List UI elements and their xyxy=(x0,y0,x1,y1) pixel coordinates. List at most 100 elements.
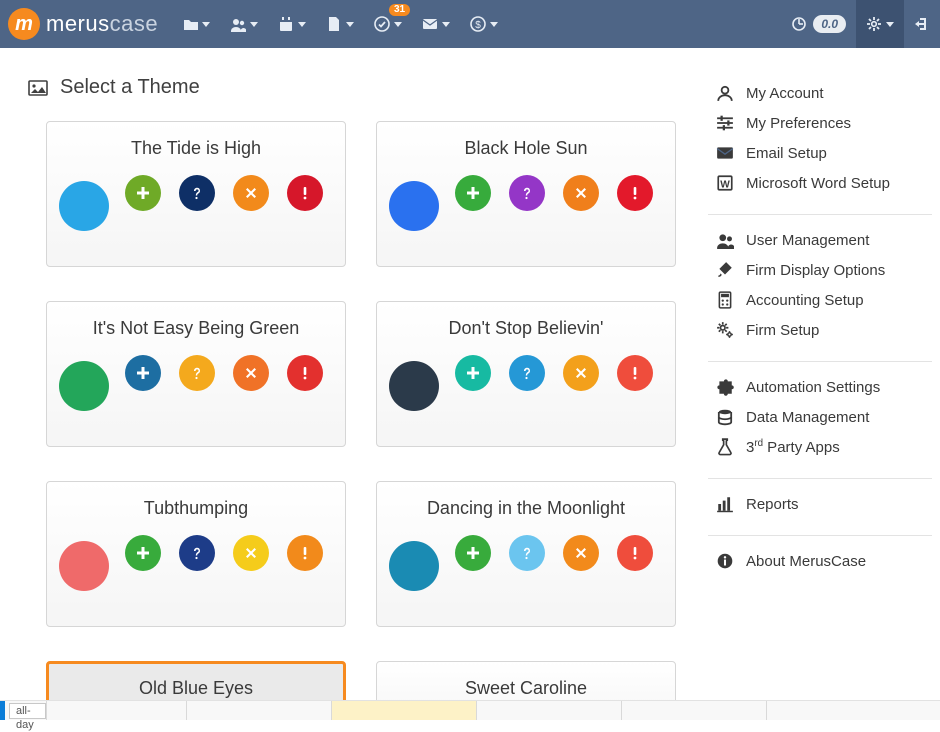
sidebar-item[interactable]: Email Setup xyxy=(708,138,932,168)
primary-swatch xyxy=(389,361,439,411)
exclaim-swatch xyxy=(287,355,323,391)
times-icon xyxy=(573,365,589,381)
calendar-menu[interactable] xyxy=(268,0,316,48)
theme-name: Old Blue Eyes xyxy=(59,678,333,699)
settings-sidebar: My AccountMy Preferences Email Setup Micro… xyxy=(708,48,940,700)
logo-text: meruscase xyxy=(46,11,158,37)
times-icon xyxy=(573,185,589,201)
info-icon xyxy=(716,552,734,570)
theme-card[interactable]: Don't Stop Believin' xyxy=(376,301,676,447)
theme-card[interactable]: Black Hole Sun xyxy=(376,121,676,267)
mail-icon xyxy=(422,16,438,32)
theme-card[interactable]: Dancing in the Moonlight xyxy=(376,481,676,627)
theme-card[interactable]: It's Not Easy Being Green xyxy=(46,301,346,447)
billing-menu[interactable] xyxy=(460,0,508,48)
sidebar-divider xyxy=(708,214,932,215)
plus-swatch xyxy=(125,355,161,391)
sidebar-section: Automation Settings Data Management3rd Pa… xyxy=(708,366,932,474)
logo-mark: m xyxy=(8,8,40,40)
sidebar-item[interactable]: User Management xyxy=(708,225,932,255)
theme-swatches xyxy=(59,355,333,411)
plus-swatch xyxy=(455,175,491,211)
theme-card[interactable]: Sweet Caroline xyxy=(376,661,676,700)
document-icon xyxy=(326,16,342,32)
times-icon xyxy=(243,185,259,201)
folder-menu[interactable] xyxy=(172,0,220,48)
theme-swatches xyxy=(389,355,663,411)
sidebar-item[interactable]: Reports xyxy=(708,489,932,519)
primary-swatch xyxy=(59,181,109,231)
logout-button[interactable] xyxy=(904,0,940,48)
sidebar-item-label: About MerusCase xyxy=(746,553,866,570)
sidebar-item[interactable]: Firm Setup xyxy=(708,315,932,345)
accent-swatches xyxy=(125,535,323,571)
tasks-menu[interactable]: 31 xyxy=(364,0,412,48)
exclaim-icon xyxy=(627,185,643,201)
theme-name: The Tide is High xyxy=(59,138,333,159)
mail-menu[interactable] xyxy=(412,0,460,48)
theme-card[interactable]: Tubthumping xyxy=(46,481,346,627)
theme-swatches xyxy=(389,535,663,591)
sidebar-item[interactable]: Data Management xyxy=(708,402,932,432)
exclaim-icon xyxy=(627,545,643,561)
exclaim-swatch xyxy=(617,175,653,211)
notification-badge: 31 xyxy=(389,4,410,16)
primary-swatch xyxy=(59,541,109,591)
question-swatch xyxy=(509,355,545,391)
primary-swatch xyxy=(389,541,439,591)
sidebar-item-label: Email Setup xyxy=(746,145,827,162)
theme-name: It's Not Easy Being Green xyxy=(59,318,333,339)
allday-label: all-day xyxy=(9,703,46,719)
gear-icon xyxy=(866,16,882,32)
timer-button[interactable]: 0.0 xyxy=(781,0,856,48)
sidebar-item-label: Automation Settings xyxy=(746,379,880,396)
accent-swatches xyxy=(455,175,653,211)
sidebar-item-label: Microsoft Word Setup xyxy=(746,175,890,192)
sidebar-item[interactable]: Accounting Setup xyxy=(708,285,932,315)
plus-icon xyxy=(135,545,151,561)
sidebar-item[interactable]: Firm Display Options xyxy=(708,255,932,285)
logo[interactable]: m meruscase xyxy=(0,0,172,48)
times-icon xyxy=(243,545,259,561)
theme-swatches xyxy=(389,175,663,231)
theme-card[interactable]: The Tide is High xyxy=(46,121,346,267)
plus-icon xyxy=(465,185,481,201)
question-icon xyxy=(189,185,205,201)
envelope-icon xyxy=(716,144,734,162)
sidebar-item[interactable]: Microsoft Word Setup xyxy=(708,168,932,198)
users-icon xyxy=(716,231,734,249)
sidebar-item[interactable]: My Account xyxy=(708,78,932,108)
sidebar-item-label: Firm Setup xyxy=(746,322,819,339)
theme-grid: The Tide is High Black Hole Sun It's Not E… xyxy=(46,121,688,700)
puzzle-icon xyxy=(716,378,734,396)
sidebar-item[interactable]: Automation Settings xyxy=(708,372,932,402)
sidebar-item[interactable]: My Preferences xyxy=(708,108,932,138)
sidebar-item[interactable]: About MerusCase xyxy=(708,546,932,576)
plus-swatch xyxy=(125,175,161,211)
document-menu[interactable] xyxy=(316,0,364,48)
stopwatch-icon xyxy=(791,16,807,32)
sidebar-divider xyxy=(708,361,932,362)
accent-swatches xyxy=(455,535,653,571)
word-icon xyxy=(716,174,734,192)
plus-swatch xyxy=(455,355,491,391)
times-swatch xyxy=(233,355,269,391)
theme-name: Don't Stop Believin' xyxy=(389,318,663,339)
calendar-icon xyxy=(278,16,294,32)
plus-icon xyxy=(135,365,151,381)
sidebar-item-label: User Management xyxy=(746,232,869,249)
plus-icon xyxy=(465,365,481,381)
dollar-icon xyxy=(470,16,486,32)
sidebar-section: User Management Firm Display OptionsAccou… xyxy=(708,219,932,357)
settings-menu[interactable] xyxy=(856,0,904,48)
question-icon xyxy=(519,365,535,381)
sidebar-item[interactable]: 3rd Party Apps xyxy=(708,432,932,462)
times-swatch xyxy=(563,535,599,571)
plus-swatch xyxy=(455,535,491,571)
footer-col xyxy=(622,701,767,720)
theme-card[interactable]: Old Blue Eyes xyxy=(46,661,346,700)
sliders-icon xyxy=(716,114,734,132)
times-icon xyxy=(243,365,259,381)
people-menu[interactable] xyxy=(220,0,268,48)
theme-name: Black Hole Sun xyxy=(389,138,663,159)
